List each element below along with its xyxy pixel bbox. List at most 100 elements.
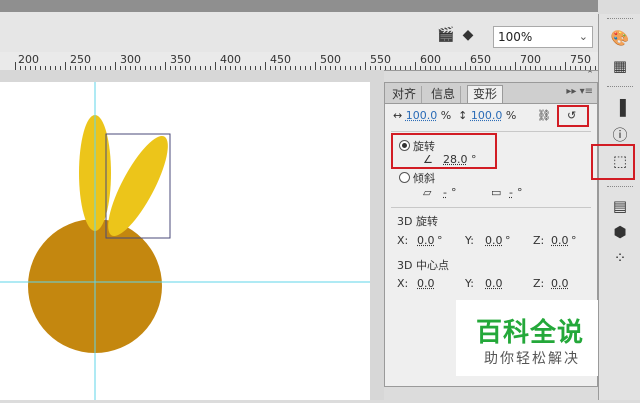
ruler-label: 200 [18,53,39,66]
paint-bucket-icon[interactable]: ◆ [459,26,477,44]
ruler-tick [455,66,456,70]
ruler-tick [480,66,481,70]
zoom-value: 100% [498,30,533,44]
ruler-tick [510,66,511,70]
z-label: Z: [533,277,545,290]
ruler-tick [395,66,396,70]
skew-vertical-value[interactable]: - [509,186,513,199]
ruler-label: 250 [70,53,91,66]
skew-radio[interactable] [399,172,410,183]
pasteboard-edge [370,82,384,400]
highlight-box-transform-icon [591,144,635,180]
info-icon[interactable]: ⓘ [609,124,631,144]
ruler-tick [460,66,461,70]
ruler-tick [560,66,561,70]
scroll-up-icon[interactable]: ⌃ [583,70,597,82]
horizontal-ruler: 200 250 300 350 400 450 500 550 600 650 … [0,52,598,71]
ruler-tick [550,66,551,70]
right-panel-dock: 🎨 ▦ ▐ ⓘ ⬚ ▤ ⬢ ⁘ [591,14,640,400]
ruler-tick [465,62,466,70]
watermark-title: 百科全说 [476,318,585,348]
dock-grip[interactable] [607,18,633,21]
ruler-tick [435,66,436,70]
dock-grip[interactable] [607,86,633,89]
rotate-3d-label: 3D 旋转 [397,215,438,228]
tab-align[interactable]: 对齐 [387,86,423,103]
center-3d-z[interactable]: 0.0 [551,277,569,290]
ruler-tick [315,62,316,70]
motion-presets-icon[interactable]: ⁘ [609,248,631,268]
ruler-tick [475,66,476,70]
ruler-label: 550 [370,53,391,66]
center-3d-label: 3D 中心点 [397,259,449,272]
code-snippets-icon[interactable]: ▤ [609,196,631,216]
dock-grip[interactable] [607,186,633,189]
ruler-tick [530,66,531,70]
ruler-tick [580,66,581,70]
scale-row: ↔ 100.0 % ↕ 100.0 % [393,109,516,122]
chevron-down-icon[interactable]: ⌄ [579,30,588,43]
stage-artwork [0,82,370,400]
scale-height-icon: ↕ [458,109,468,122]
ruler-tick [440,66,441,70]
clapperboard-icon[interactable]: 🎬 [437,26,455,44]
components-icon[interactable]: ⬢ [609,222,631,242]
ruler-tick [215,62,216,70]
ruler-tick [450,66,451,70]
center-3d-x[interactable]: 0.0 [417,277,435,290]
y-label: Y: [465,234,474,247]
ruler-tick [505,66,506,70]
scale-height-value[interactable]: 100.0 [471,109,503,122]
stage-canvas[interactable] [0,82,370,400]
ruler-label: 400 [220,53,241,66]
ruler-label: 450 [270,53,291,66]
rotate-3d-x[interactable]: 0.0 [417,234,435,247]
skew-horizontal-value[interactable]: - [443,186,447,199]
color-palette-icon[interactable]: 🎨 [609,28,631,48]
degree-label: ° [517,186,523,199]
ruler-tick [385,66,386,70]
constrain-link-icon[interactable]: ⛓ [537,109,551,122]
ruler-tick [520,66,521,70]
panel-menu-icon[interactable]: ▸▸ ▾≡ [566,86,593,97]
ruler-tick [15,62,16,70]
ruler-label: 600 [420,53,441,66]
ruler-tick [570,66,571,70]
ruler-tick [535,66,536,70]
highlight-box-rotate [391,133,497,169]
scale-width-value[interactable]: 100.0 [406,109,438,122]
tab-info[interactable]: 信息 [426,86,462,103]
ruler-tick [555,66,556,70]
skew-vertical-icon: ▭ [491,186,502,199]
watermark-subtitle: 助你轻松解决 [484,351,580,367]
ruler-tick [415,62,416,70]
center-3d-y[interactable]: 0.0 [485,277,503,290]
ruler-tick [485,66,486,70]
ruler-tick [115,62,116,70]
ruler-tick [495,66,496,70]
ruler-label: 350 [170,53,191,66]
zoom-select[interactable]: 100% ⌄ [493,26,593,48]
top-toolbar: 🎬 ◆ 100% ⌄ [0,0,598,52]
ruler-label: 500 [320,53,341,66]
ruler-tick [265,62,266,70]
x-label: X: [397,277,409,290]
watermark: 百科全说 助你轻松解决 [456,300,598,376]
tab-transform[interactable]: 变形 [467,85,504,103]
ruler-tick [575,66,576,70]
ruler-tick [515,62,516,70]
degree-label: ° [451,186,457,199]
x-label: X: [397,234,409,247]
ruler-tick [470,66,471,70]
rotate-3d-y[interactable]: 0.0 [485,234,503,247]
ruler-tick [525,66,526,70]
y-label: Y: [465,277,474,290]
align-icon[interactable]: ▐ [609,98,631,118]
highlight-box-reset [557,105,589,127]
rotate-3d-z[interactable]: 0.0 [551,234,569,247]
swatches-grid-icon[interactable]: ▦ [609,56,631,76]
ruler-tick [500,66,501,70]
ruler-tick [390,66,391,70]
title-strip [0,0,598,12]
divider [391,131,591,132]
